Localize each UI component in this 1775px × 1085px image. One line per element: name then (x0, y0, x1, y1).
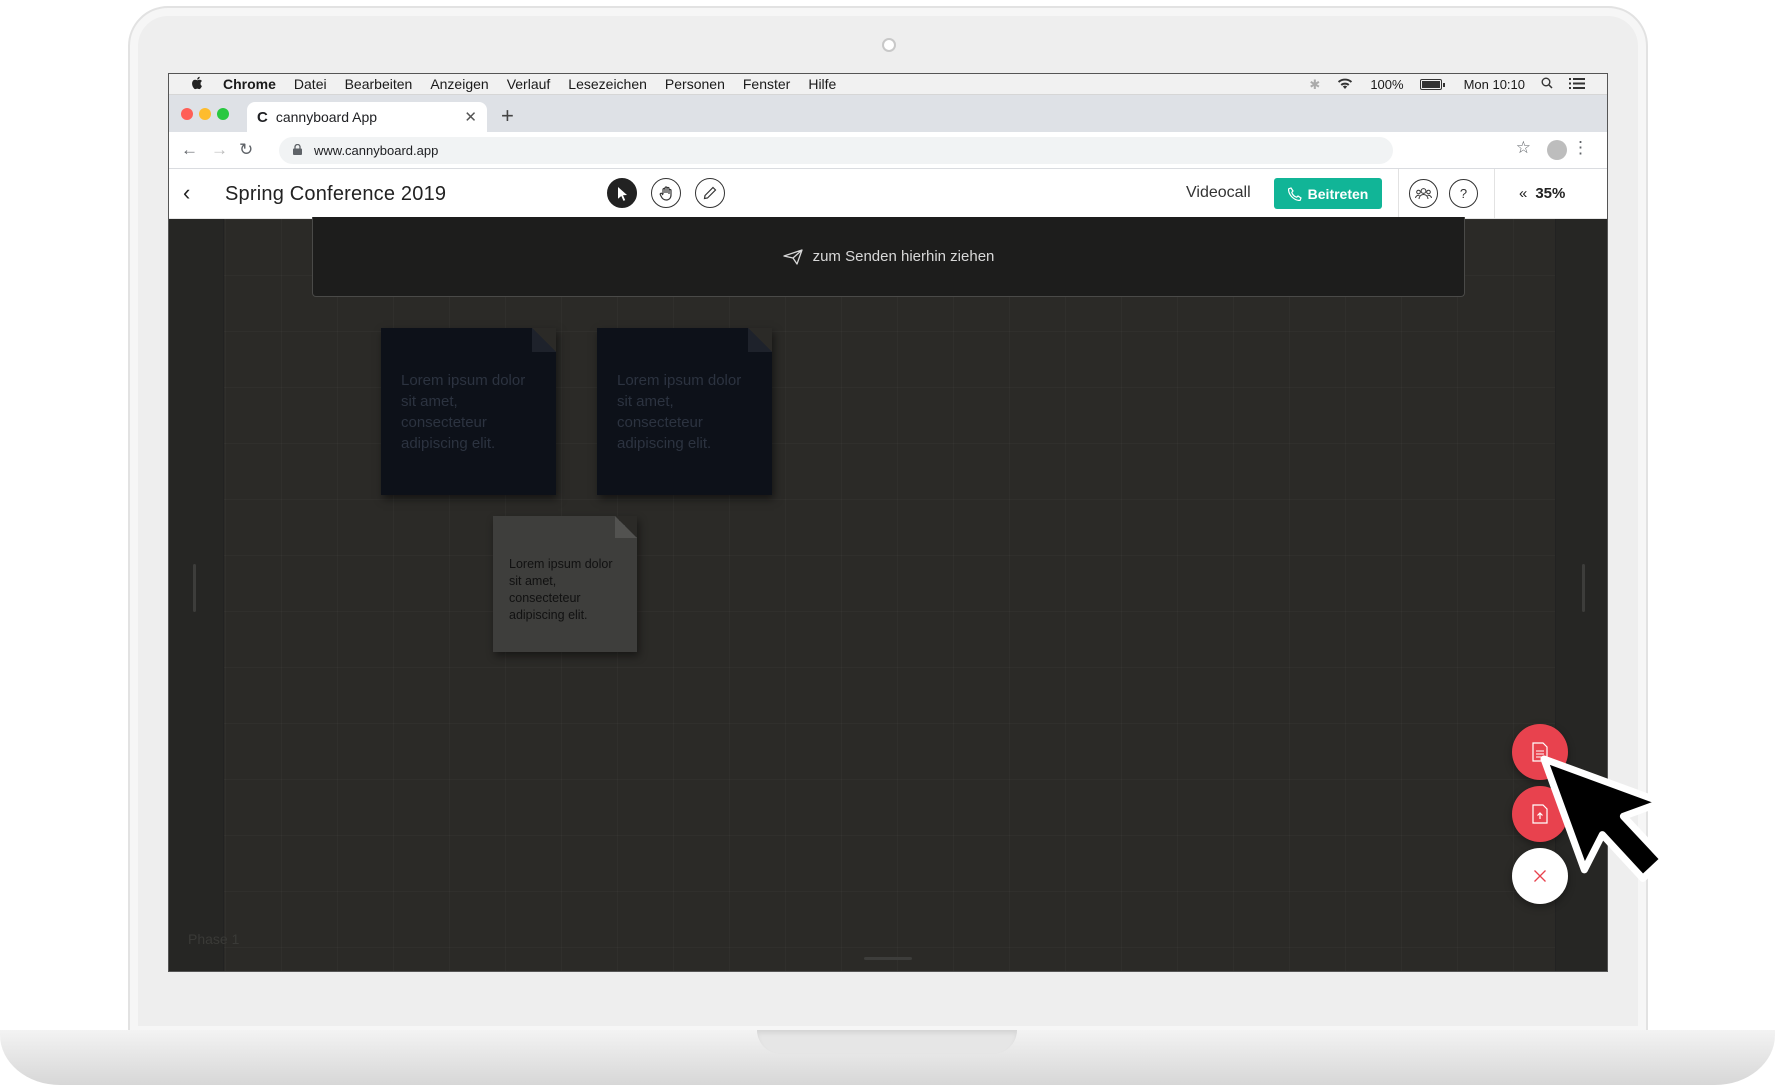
wifi-icon[interactable] (1336, 77, 1354, 93)
browser-toolbar: ← → ↻ www.cannyboard.app ☆ ⋮ (169, 132, 1607, 169)
help-icon: ? (1459, 186, 1468, 201)
browser-tab[interactable]: C cannyboard App ✕ (247, 102, 487, 132)
double-chevron-left-icon: « (1519, 185, 1528, 202)
join-videocall-button[interactable]: Beitreten (1274, 178, 1382, 209)
browser-tabstrip: C cannyboard App ✕ + (169, 95, 1607, 132)
right-panel-handle[interactable] (1582, 564, 1585, 612)
menu-bearbeiten[interactable]: Bearbeiten (345, 76, 413, 92)
maximize-window-button[interactable] (217, 108, 229, 120)
board-title: Spring Conference 2019 (225, 183, 447, 205)
spotlight-search-icon[interactable] (1541, 77, 1553, 92)
webcam (882, 38, 896, 52)
sticky-note-text: Lorem ipsum dolor sit amet, consecteteur… (509, 557, 613, 622)
new-tab-icon[interactable]: + (501, 103, 514, 129)
hand-icon (659, 185, 672, 201)
sticky-note-text: Lorem ipsum dolor sit amet, consecteteur… (617, 372, 742, 452)
forward-arrow-icon[interactable]: → (211, 140, 228, 160)
lock-icon (293, 143, 302, 158)
url-text: www.cannyboard.app (314, 143, 439, 158)
menu-fenster[interactable]: Fenster (743, 76, 790, 92)
videocall-label: Videocall (1186, 184, 1251, 201)
reload-icon[interactable]: ↻ (239, 140, 253, 160)
paper-plane-icon (782, 248, 803, 265)
participants-button[interactable] (1409, 179, 1438, 208)
back-chevron-icon[interactable]: ‹ (183, 180, 190, 206)
close-window-button[interactable] (181, 108, 193, 120)
sticky-note-text: Lorem ipsum dolor sit amet, consecteteur… (401, 372, 526, 452)
minimize-window-button[interactable] (199, 108, 211, 120)
screen: Chrome Datei Bearbeiten Anzeigen Verlauf… (168, 73, 1608, 972)
mouse-pointer-icon (1540, 755, 1667, 882)
select-tool-button[interactable] (607, 178, 637, 208)
bookmark-star-icon[interactable]: ☆ (1516, 138, 1531, 158)
bottom-panel-handle[interactable] (864, 957, 912, 960)
notification-center-icon[interactable] (1569, 77, 1585, 92)
battery-icon[interactable] (1419, 79, 1445, 90)
battery-percent: 100% (1370, 77, 1404, 92)
header-divider (1398, 169, 1399, 219)
pointer-icon (617, 186, 627, 201)
bluetooth-icon[interactable]: ✱ (1309, 77, 1320, 93)
tab-title: cannyboard App (275, 109, 378, 125)
laptop-notch (757, 1030, 1017, 1054)
tab-close-icon[interactable]: ✕ (464, 108, 477, 126)
sticky-note-grey[interactable]: Lorem ipsum dolor sit amet, consecteteur… (493, 516, 637, 652)
join-button-label: Beitreten (1307, 185, 1369, 202)
menu-anzeigen[interactable]: Anzeigen (430, 76, 488, 92)
help-button[interactable]: ? (1449, 179, 1478, 208)
sticky-note[interactable]: Lorem ipsum dolor sit amet, consecteteur… (597, 328, 772, 495)
pan-tool-button[interactable] (651, 178, 681, 208)
browser-menu-icon[interactable]: ⋮ (1572, 138, 1589, 158)
zoom-level: 35% (1535, 185, 1566, 202)
address-bar[interactable]: www.cannyboard.app (279, 137, 1393, 164)
profile-avatar-icon[interactable] (1547, 140, 1567, 160)
board-canvas[interactable]: Phase 1 zum Senden hierhin ziehen Lorem … (169, 217, 1607, 971)
apple-icon[interactable] (183, 76, 211, 93)
dropzone-text: zum Senden hierhin ziehen (812, 248, 995, 265)
participants-icon (1415, 188, 1432, 200)
menu-personen[interactable]: Personen (665, 76, 725, 92)
sticky-note[interactable]: Lorem ipsum dolor sit amet, consecteteur… (381, 328, 556, 495)
left-panel-strip (169, 219, 224, 971)
menubar-status: ✱ 100% Mon 10:10 (1309, 74, 1585, 95)
menu-hilfe[interactable]: Hilfe (808, 76, 836, 92)
macos-menubar: Chrome Datei Bearbeiten Anzeigen Verlauf… (169, 74, 1607, 95)
phone-icon (1287, 186, 1302, 201)
left-panel-handle[interactable] (193, 564, 196, 612)
menu-verlauf[interactable]: Verlauf (507, 76, 551, 92)
back-arrow-icon[interactable]: ← (181, 140, 198, 160)
clock[interactable]: Mon 10:10 (1464, 77, 1525, 92)
send-dropzone[interactable]: zum Senden hierhin ziehen (312, 217, 1465, 297)
header-divider (1494, 169, 1495, 219)
pen-icon (703, 186, 717, 200)
zoom-control[interactable]: « 35% (1519, 185, 1565, 202)
menu-lesezeichen[interactable]: Lesezeichen (568, 76, 647, 92)
phase-label: Phase 1 (188, 931, 240, 947)
menu-chrome[interactable]: Chrome (223, 76, 276, 92)
draw-tool-button[interactable] (695, 178, 725, 208)
cannyboard-favicon-icon: C (257, 108, 268, 126)
menu-datei[interactable]: Datei (294, 76, 327, 92)
app-header: ‹ Spring Conference 2019 Videocall Beitr… (169, 169, 1607, 219)
